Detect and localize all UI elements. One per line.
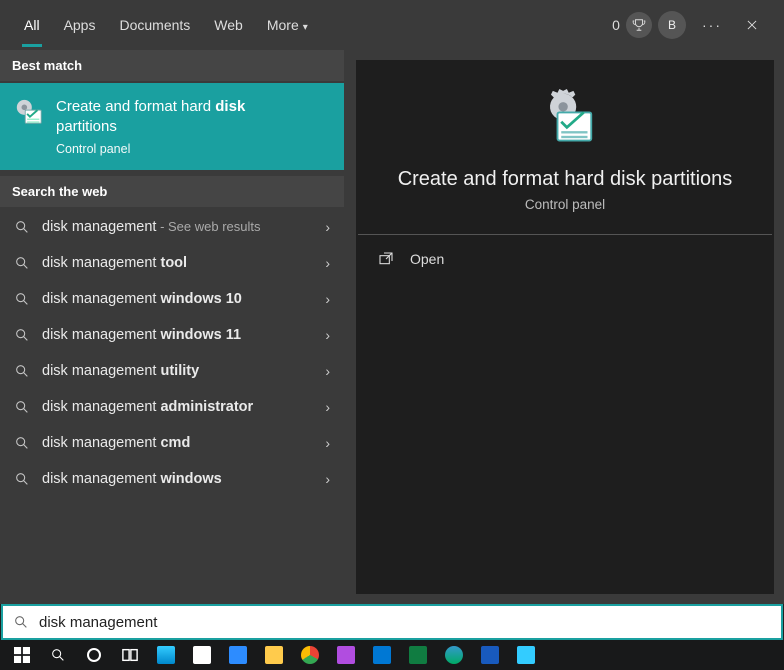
tab-more[interactable]: More ▾ [255, 3, 320, 47]
web-result-text: disk management windows 10 [42, 291, 242, 307]
web-result-text: disk management - See web results [42, 219, 261, 235]
search-icon [14, 399, 30, 415]
excel-app[interactable] [402, 641, 434, 669]
close-button[interactable] [732, 5, 772, 45]
web-result-text: disk management tool [42, 255, 187, 271]
explorer-app[interactable] [258, 641, 290, 669]
search-icon [14, 471, 30, 487]
word-app[interactable] [474, 641, 506, 669]
mail-icon [157, 646, 175, 664]
search-icon [14, 255, 30, 271]
outlook-app[interactable] [366, 641, 398, 669]
chevron-right-icon: › [325, 291, 330, 307]
web-result-item[interactable]: disk management windows 10 › [0, 281, 344, 317]
web-result-text: disk management administrator [42, 399, 253, 415]
web-result-item[interactable]: disk management utility › [0, 353, 344, 389]
chrome-app[interactable] [294, 641, 326, 669]
store-icon [193, 646, 211, 664]
tab-web[interactable]: Web [202, 3, 255, 47]
open-icon [378, 251, 394, 267]
rewards-count-value: 0 [612, 17, 620, 33]
web-result-item[interactable]: disk management windows 11 › [0, 317, 344, 353]
word-icon [481, 646, 499, 664]
search-tabs: All Apps Documents Web More ▾ 0 B ··· [0, 0, 784, 50]
web-result-item[interactable]: disk management cmd › [0, 425, 344, 461]
edge-app[interactable] [438, 641, 470, 669]
more-options-button[interactable]: ··· [692, 5, 732, 45]
chevron-right-icon: › [325, 219, 330, 235]
chevron-right-icon: › [325, 327, 330, 343]
detail-subtitle: Control panel [356, 197, 774, 212]
section-best-match: Best match [0, 50, 344, 81]
web-result-item[interactable]: disk management tool › [0, 245, 344, 281]
search-icon [14, 291, 30, 307]
rewards-count[interactable]: 0 [612, 5, 652, 45]
search-input[interactable] [39, 614, 771, 631]
tab-more-label: More [267, 17, 299, 33]
store-app[interactable] [186, 641, 218, 669]
open-action[interactable]: Open [356, 235, 774, 283]
chevron-right-icon: › [325, 471, 330, 487]
web-result-item[interactable]: disk management administrator › [0, 389, 344, 425]
zoom-icon [229, 646, 247, 664]
avatar-initial: B [658, 11, 686, 39]
web-result-text: disk management cmd [42, 435, 190, 451]
detail-panel: Create and format hard disk partitions C… [356, 60, 774, 594]
search-icon [14, 435, 30, 451]
section-search-web: Search the web [0, 176, 344, 207]
edge-icon [445, 646, 463, 664]
detail-icon [535, 88, 595, 148]
tab-all[interactable]: All [12, 3, 52, 47]
tab-apps[interactable]: Apps [52, 3, 108, 47]
task-view-icon [122, 647, 138, 663]
web-result-text: disk management utility [42, 363, 199, 379]
control-panel-icon [14, 97, 44, 127]
search-icon [14, 219, 30, 235]
user-avatar[interactable]: B [652, 5, 692, 45]
search-icon [13, 614, 29, 630]
best-match-item[interactable]: Create and format hard disk partitions C… [0, 83, 344, 170]
results-panel: Best match Create and format hard disk [0, 50, 344, 604]
chrome-icon [301, 646, 319, 664]
task-view-button[interactable] [114, 641, 146, 669]
chevron-down-icon: ▾ [303, 22, 308, 33]
close-icon [745, 18, 759, 32]
mail-app[interactable] [150, 641, 182, 669]
cortana-button[interactable] [78, 641, 110, 669]
app-icon [337, 646, 355, 664]
web-result-text: disk management windows 11 [42, 327, 241, 343]
excel-icon [409, 646, 427, 664]
best-match-subtitle: Control panel [56, 142, 245, 156]
cortana-icon [87, 648, 101, 662]
search-icon [14, 363, 30, 379]
web-result-text: disk management windows [42, 471, 222, 487]
outlook-icon [373, 646, 391, 664]
taskbar [0, 640, 784, 670]
web-result-item[interactable]: disk management - See web results › [0, 209, 344, 245]
chevron-right-icon: › [325, 255, 330, 271]
search-icon [14, 327, 30, 343]
chevron-right-icon: › [325, 435, 330, 451]
windows-icon [14, 647, 30, 663]
monitor-app[interactable] [510, 641, 542, 669]
more-icon: ··· [702, 17, 722, 33]
web-result-item[interactable]: disk management windows › [0, 461, 344, 497]
rewards-icon [626, 12, 652, 38]
best-match-title: Create and format hard disk partitions [56, 97, 245, 138]
chevron-right-icon: › [325, 363, 330, 379]
monitor-icon [517, 646, 535, 664]
open-label: Open [410, 251, 444, 267]
search-taskbar-button[interactable] [42, 641, 74, 669]
search-bar[interactable] [1, 604, 783, 640]
detail-title: Create and format hard disk partitions [356, 168, 774, 191]
folder-icon [265, 646, 283, 664]
start-button[interactable] [6, 641, 38, 669]
zoom-app[interactable] [222, 641, 254, 669]
unknown-app-1[interactable] [330, 641, 362, 669]
chevron-right-icon: › [325, 399, 330, 415]
tab-documents[interactable]: Documents [107, 3, 202, 47]
search-icon [50, 647, 66, 663]
